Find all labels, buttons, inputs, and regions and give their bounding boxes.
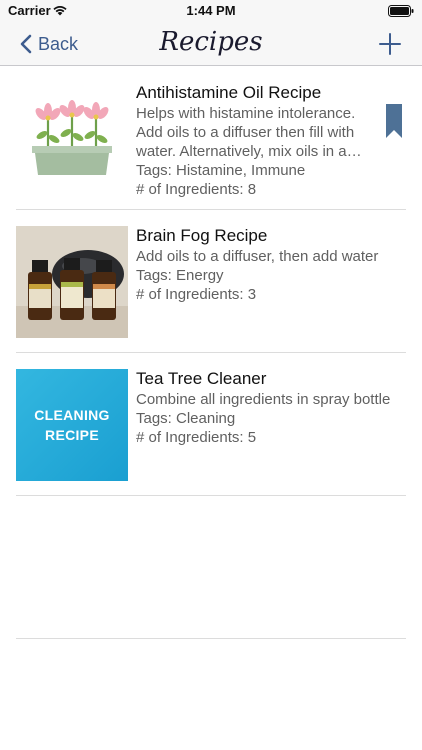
empty-row bbox=[0, 496, 422, 639]
recipe-title: Antihistamine Oil Recipe bbox=[136, 83, 322, 102]
flower-planter-image bbox=[16, 83, 128, 195]
add-recipe-button[interactable] bbox=[378, 32, 402, 56]
status-time: 1:44 PM bbox=[186, 3, 236, 18]
cleaning-recipe-image: CLEANING RECIPE bbox=[16, 369, 128, 481]
recipe-title: Tea Tree Cleaner bbox=[136, 369, 267, 388]
recipe-tags: Tags: Histamine, Immune bbox=[136, 162, 306, 179]
recipe-description: Helps with histamine intolerance. Add oi… bbox=[136, 105, 356, 160]
bookmark-icon[interactable] bbox=[386, 104, 402, 138]
cleaning-image-text-line1: CLEANING bbox=[34, 407, 110, 423]
status-bar: Carrier 1:44 PM bbox=[0, 0, 422, 22]
recipe-ingredient-count: # of Ingredients: 3 bbox=[136, 286, 257, 303]
recipe-ingredient-count: # of Ingredients: 5 bbox=[136, 429, 257, 446]
navigation-bar: Back Recipes bbox=[0, 22, 422, 66]
page-title: Recipes bbox=[159, 27, 263, 57]
recipe-list: Antihistamine Oil Recipe Helps with hist… bbox=[0, 67, 422, 639]
recipe-tags: Tags: Cleaning bbox=[136, 410, 236, 427]
recipe-row[interactable]: Brain Fog Recipe Add oils to a diffuser,… bbox=[0, 210, 422, 353]
recipe-row[interactable]: CLEANING RECIPE Tea Tree Cleaner Combine… bbox=[0, 353, 422, 496]
recipe-ingredient-count: # of Ingredients: 8 bbox=[136, 181, 257, 198]
recipe-description: Combine all ingredients in spray bottle bbox=[136, 391, 391, 408]
cleaning-image-text-line2: RECIPE bbox=[45, 427, 99, 443]
recipe-description: Add oils to a diffuser, then add water bbox=[136, 248, 379, 265]
row-divider bbox=[16, 638, 406, 639]
oil-bottles-image bbox=[16, 226, 128, 338]
battery-icon bbox=[388, 5, 414, 17]
recipe-tags: Tags: Energy bbox=[136, 267, 224, 284]
recipe-row[interactable]: Antihistamine Oil Recipe Helps with hist… bbox=[0, 67, 422, 210]
recipe-title: Brain Fog Recipe bbox=[136, 226, 268, 245]
